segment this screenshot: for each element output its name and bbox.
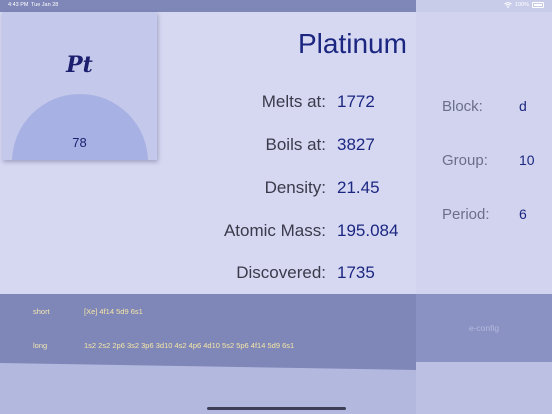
density-label: Density:	[264, 178, 326, 197]
block-value: d	[519, 98, 527, 114]
status-time: 4:43 PM	[8, 2, 29, 8]
card-dome	[12, 94, 148, 160]
melting-point-label: Melts at:	[261, 92, 326, 111]
atomic-mass-label: Atomic Mass:	[223, 221, 326, 240]
period-label: Period:	[442, 206, 490, 223]
boiling-point-value: 3827	[337, 135, 375, 154]
econfig-bar	[0, 294, 416, 362]
atomic-mass-value: 195.084	[337, 221, 399, 240]
wifi-icon	[504, 2, 512, 8]
econfig-short-label: short	[33, 307, 50, 316]
group-value: 10	[519, 152, 535, 168]
boiling-point-label: Boils at:	[265, 135, 326, 154]
element-card[interactable]: Pt 78	[2, 12, 157, 160]
discovered-label: Discovered:	[236, 263, 326, 282]
side-panel	[416, 0, 552, 294]
element-symbol: Pt	[66, 52, 93, 78]
status-bar: 4:43 PM Tue Jan 28 100%	[0, 0, 552, 10]
econfig-long-value: 1s2 2s2 2p6 3s2 3p6 3d10 4s2 4p6 4d10 5s…	[84, 341, 295, 350]
econfig-long-label: long	[33, 341, 48, 350]
period-value: 6	[519, 206, 527, 222]
status-date: Tue Jan 28	[31, 2, 59, 8]
block-label: Block:	[442, 98, 483, 115]
group-label: Group:	[442, 152, 488, 169]
discovered-value: 1735	[337, 263, 375, 282]
econfig-title: e-config	[468, 323, 500, 333]
battery-percent: 100%	[514, 2, 529, 8]
battery-icon	[532, 2, 544, 8]
density-value: 21.45	[337, 178, 380, 197]
atomic-number: 78	[72, 135, 87, 150]
element-name: Platinum	[298, 28, 407, 59]
melting-point-value: 1772	[337, 92, 375, 111]
status-right: 100%	[504, 2, 544, 8]
home-indicator[interactable]	[207, 407, 346, 410]
econfig-short-value: [Xe] 4f14 5d9 6s1	[84, 307, 143, 316]
